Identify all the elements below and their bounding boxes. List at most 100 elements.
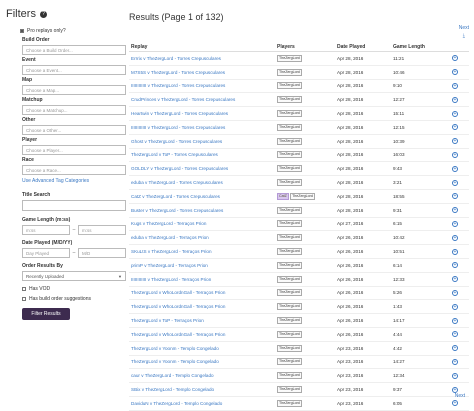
date-from-input[interactable]: Day Played	[22, 248, 70, 258]
add-icon[interactable]: +	[452, 386, 458, 393]
replay-link[interactable]: SKuLtS v TheZergLord - Terraços Prion	[129, 244, 275, 259]
next-page-link-bottom[interactable]: Next	[455, 393, 465, 399]
replay-link[interactable]: Kugs v TheZergLord - Terraços Prion	[129, 217, 275, 232]
player-tag[interactable]: TheZergLord	[277, 358, 302, 366]
add-icon[interactable]: +	[452, 165, 458, 172]
player-tag[interactable]: TheZergLord	[277, 68, 302, 76]
add-icon[interactable]: +	[452, 151, 458, 158]
replay-link[interactable]: DaviduN v TheZergLord - Templo Congelado	[129, 396, 275, 411]
add-icon[interactable]: +	[452, 317, 458, 324]
game-length-max-input[interactable]: m:ss	[78, 225, 126, 235]
player-tag[interactable]: TheZergLord	[277, 220, 302, 228]
add-icon[interactable]: +	[452, 179, 458, 186]
player-tag[interactable]: TheZergLord	[277, 303, 302, 311]
add-icon[interactable]: +	[452, 248, 458, 255]
player-tag[interactable]: TheZergLord	[277, 261, 302, 269]
add-icon[interactable]: +	[452, 372, 458, 379]
add-icon[interactable]: +	[452, 69, 458, 76]
add-icon[interactable]: +	[452, 345, 458, 352]
add-icon[interactable]: +	[452, 400, 458, 407]
player-tag[interactable]: TheZergLord	[277, 234, 302, 242]
player-tag[interactable]: TheZergLord	[277, 165, 302, 173]
pro-replays-checkbox-row[interactable]: Pro replays only?	[20, 26, 122, 35]
has-build-order-checkbox-row[interactable]: Has build order suggestions	[22, 294, 122, 303]
game-length-min-input[interactable]: m:ss	[22, 225, 70, 235]
player-tag[interactable]: TheZergLord	[277, 275, 302, 283]
replay-link[interactable]: TheZergLord v ToP - Terraços Prion	[129, 313, 275, 328]
player-tag[interactable]: TheZergLord	[277, 248, 302, 256]
column-header-date[interactable]: Date Played	[335, 42, 391, 52]
replay-link[interactable]: M7S5S v TheZergLord - Torres Crepuscular…	[129, 65, 275, 80]
player-tag[interactable]: TheZergLord	[277, 317, 302, 325]
add-icon[interactable]: +	[452, 193, 458, 200]
player-tag[interactable]: TheZergLord	[277, 372, 302, 380]
has-vod-checkbox[interactable]	[22, 286, 26, 291]
player-tag[interactable]: TheZergLord	[290, 192, 315, 200]
replay-link[interactable]: caur v TheZergLord - Templo Congelado	[129, 368, 275, 384]
player-tag[interactable]: TheZergLord	[277, 179, 302, 187]
player-race-tag[interactable]: CatZ	[277, 192, 289, 200]
advanced-tag-categories-link[interactable]: Use Advanced Tag Categories	[22, 178, 122, 185]
add-icon[interactable]: +	[452, 358, 458, 365]
replay-link[interactable]: IIIIIIIIIIII v TheZergLord - Torres Crep…	[129, 120, 275, 135]
column-header-replay[interactable]: Replay	[129, 42, 275, 52]
replay-link[interactable]: eduba v TheZergLord - Torres Crepuscular…	[129, 175, 275, 190]
player-tag[interactable]: TheZergLord	[277, 137, 302, 145]
replay-link[interactable]: Ghost v TheZergLord - Torres Crepuscular…	[129, 134, 275, 149]
player-tag[interactable]: TheZergLord	[277, 289, 302, 297]
replay-link[interactable]: GOLDLY v TheZergLord - Torres Crepuscula…	[129, 161, 275, 177]
map-select[interactable]: Choose a Map...	[22, 85, 126, 95]
matchup-select[interactable]: Choose a Matchup...	[22, 105, 126, 115]
add-icon[interactable]: +	[452, 220, 458, 227]
add-icon[interactable]: +	[452, 55, 458, 62]
replay-link[interactable]: Heartwin v TheZergLord - Torres Crepuscu…	[129, 106, 275, 121]
replay-link[interactable]: SBix v TheZergLord - Templo Congelado	[129, 382, 275, 397]
has-build-order-checkbox[interactable]	[22, 296, 26, 301]
player-select[interactable]: Choose a Player...	[22, 145, 126, 155]
add-icon[interactable]: +	[452, 234, 458, 241]
replay-link[interactable]: TheZergLord v Yoonm - Templo Congelado	[129, 341, 275, 356]
player-tag[interactable]: TheZergLord	[277, 82, 302, 90]
replay-link[interactable]: Errrix v TheZergLord - Torres Crepuscula…	[129, 51, 275, 66]
column-header-length[interactable]: Game Length	[391, 42, 439, 52]
replay-link[interactable]: TheZergLord v WhoLordnGall - Terraços Pr…	[129, 299, 275, 315]
player-tag[interactable]: TheZergLord	[277, 110, 302, 118]
player-tag[interactable]: TheZergLord	[277, 386, 302, 394]
add-icon[interactable]: +	[452, 262, 458, 269]
player-tag[interactable]: TheZergLord	[277, 123, 302, 131]
replay-link[interactable]: Buster v TheZergLord - Torres Crepuscula…	[129, 203, 275, 218]
replay-link[interactable]: TheZergLord v Yoonm - Templo Congelado	[129, 355, 275, 370]
add-icon[interactable]: +	[452, 289, 458, 296]
title-search-input[interactable]	[22, 200, 126, 211]
player-tag[interactable]: TheZergLord	[277, 54, 302, 62]
replay-link[interactable]: TheZergLord v ToP - Torres Crepusculares	[129, 148, 275, 163]
player-tag[interactable]: TheZergLord	[277, 344, 302, 352]
download-icon[interactable]: ⤓	[463, 33, 465, 39]
other-select[interactable]: Choose a Other...	[22, 125, 126, 135]
add-icon[interactable]: +	[452, 96, 458, 103]
player-tag[interactable]: TheZergLord	[277, 151, 302, 159]
add-icon[interactable]: +	[452, 138, 458, 145]
filter-results-button[interactable]: Filter Results	[22, 308, 70, 320]
column-header-players[interactable]: Players	[275, 42, 335, 52]
replay-link[interactable]: CrudPrinces v TheZergLord - Torres Crepu…	[129, 92, 275, 108]
add-icon[interactable]: +	[452, 331, 458, 338]
add-icon[interactable]: +	[452, 303, 458, 310]
pro-replays-checkbox[interactable]	[20, 28, 24, 33]
has-vod-checkbox-row[interactable]: Has VOD	[22, 284, 122, 293]
replay-link[interactable]: CatZ v TheZergLord - Torres Crepusculare…	[129, 189, 275, 204]
add-icon[interactable]: +	[452, 110, 458, 117]
add-icon[interactable]: +	[452, 124, 458, 131]
replay-link[interactable]: TheZergLord v WhoLordnGall - Terraços Pr…	[129, 327, 275, 342]
next-page-link-top[interactable]: Next	[459, 25, 469, 31]
race-select[interactable]: Choose a Race...	[22, 165, 126, 175]
build-order-select[interactable]: Choose a Build Order...	[22, 45, 126, 55]
replay-link[interactable]: IIIIIIIIIIII v TheZergLord - Terraços Pr…	[129, 272, 275, 287]
replay-link[interactable]: primP v TheZergLord - Terraços Prion	[129, 258, 275, 273]
add-icon[interactable]: +	[452, 207, 458, 214]
add-icon[interactable]: +	[452, 276, 458, 283]
replay-link[interactable]: TheZergLord v WhoLordnGall - Terraços Pr…	[129, 286, 275, 301]
player-tag[interactable]: TheZergLord	[277, 96, 302, 104]
add-icon[interactable]: +	[452, 82, 458, 89]
date-to-input[interactable]: M/D	[78, 248, 126, 258]
